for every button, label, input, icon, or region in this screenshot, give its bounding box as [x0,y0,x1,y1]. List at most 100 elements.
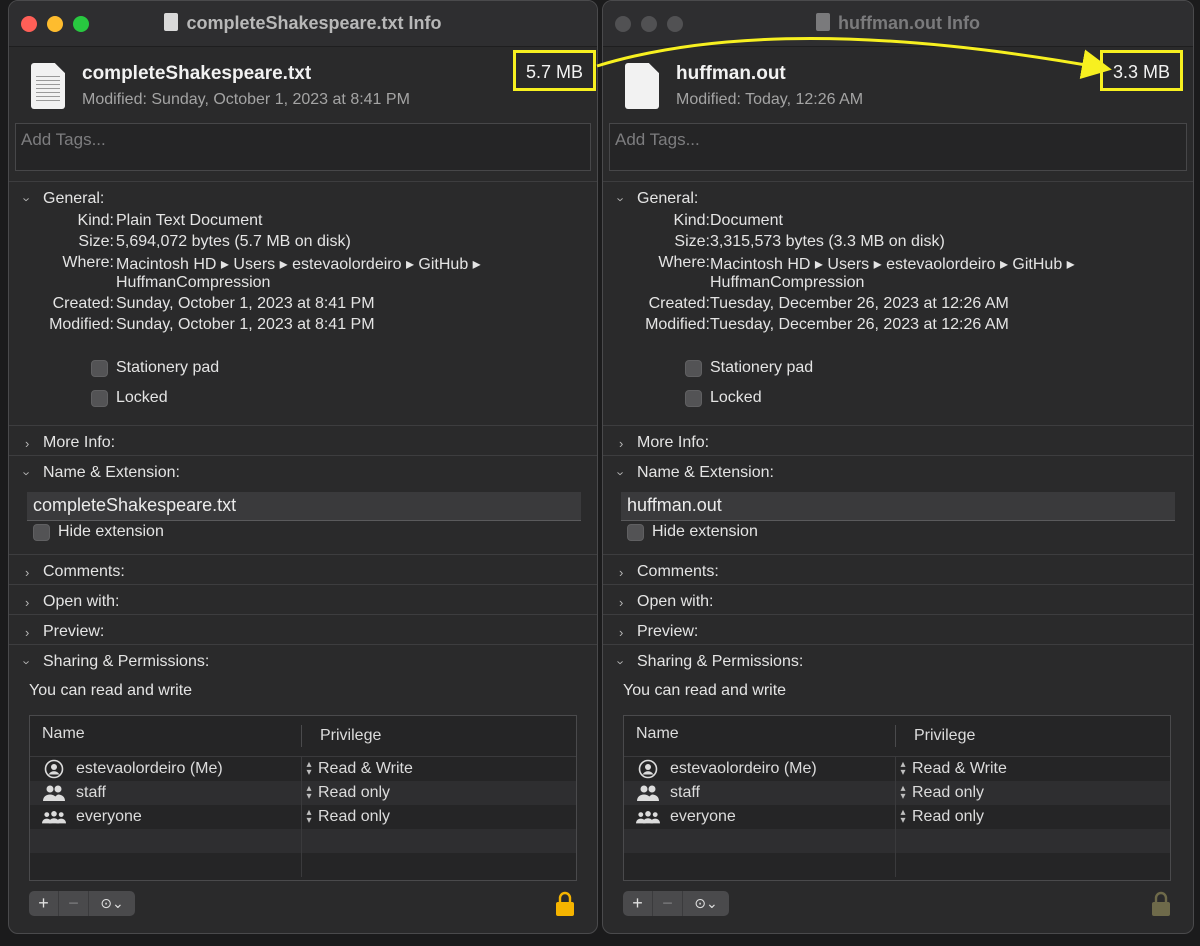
privilege-popup[interactable]: ▴ ▾ Read only [302,784,390,802]
created-value: Sunday, October 1, 2023 at 8:41 PM [116,295,375,312]
hide-extension-checkbox[interactable]: Hide extension [33,523,164,541]
privilege-popup[interactable]: ▴ ▾ Read & Write [896,759,1006,778]
lock-icon[interactable] [555,891,575,917]
permission-row[interactable]: staff ▴ ▾ Read only [30,781,576,805]
name-extension-disclosure[interactable]: › Name & Extension: [9,456,597,485]
chevron-down-icon: › [613,196,629,202]
document-icon [164,13,179,31]
file-name: completeShakespeare.txt [82,63,312,84]
privilege-value: Read only [318,784,391,801]
title-bar[interactable]: huffman.out Info [603,1,1193,47]
modified-value: Sunday, October 1, 2023 at 8:41 PM [116,316,375,333]
permission-row[interactable]: estevaolordeiro (Me) ▴ ▾ Read & Write [30,757,576,781]
name-extension-section: › Name & Extension: completeShakespeare.t… [9,455,597,554]
remove-user-button[interactable]: − [59,891,89,916]
where-label: Where: [62,254,114,271]
preview-disclosure[interactable]: › Preview: [9,615,597,644]
chevron-down-icon: › [19,659,35,665]
general-disclosure[interactable]: › General: [603,182,1193,211]
privilege-column-header[interactable]: Privilege [896,727,975,745]
sharing-section: › Sharing & Permissions: You can read and… [603,644,1193,933]
remove-user-button[interactable]: − [653,891,683,916]
file-name: huffman.out [676,63,786,84]
kind-label: Kind: [673,212,710,229]
file-modified: Modified: Today, 12:26 AM [676,91,864,108]
more-info-section: › More Info: [9,425,597,455]
privilege-value: Read only [912,784,985,801]
window-title: huffman.out Info [603,13,1193,34]
general-disclosure[interactable]: › General: [9,182,597,211]
name-extension-disclosure[interactable]: › Name & Extension: [603,456,1193,485]
privilege-value: Read only [318,808,391,825]
empty-row [30,853,576,877]
updown-chevron-icon: ▴ ▾ [900,759,906,778]
add-user-button[interactable]: + [29,891,59,916]
open-with-section: › Open with: [603,584,1193,614]
group-icon [636,784,660,802]
filename-field[interactable]: completeShakespeare.txt [27,492,581,521]
modified-label: Modified: [49,316,114,333]
chevron-down-icon: › [613,659,629,665]
privilege-popup[interactable]: ▴ ▾ Read only [302,808,390,826]
file-modified: Modified: Sunday, October 1, 2023 at 8:4… [82,91,410,108]
chevron-right-icon: › [619,594,624,610]
open-with-disclosure[interactable]: › Open with: [603,585,1193,614]
stationery-checkbox[interactable]: Stationery pad [91,359,219,377]
chevron-right-icon: › [619,435,624,451]
comments-disclosure[interactable]: › Comments: [603,555,1193,584]
permission-user-name: everyone [76,808,142,825]
where-path: Macintosh HD ▸ Users ▸ estevaolordeiro ▸… [710,256,1075,273]
locked-checkbox[interactable]: Locked [91,389,168,407]
action-menu-button[interactable]: ⊙⌄ [89,891,135,916]
more-info-disclosure[interactable]: › More Info: [9,426,597,455]
more-info-disclosure[interactable]: › More Info: [603,426,1193,455]
preview-section: › Preview: [9,614,597,644]
tags-field[interactable]: Add Tags... [15,123,591,171]
table-header: Name Privilege [30,716,576,757]
lock-icon[interactable] [1151,891,1171,917]
updown-chevron-icon: ▴ ▾ [306,759,312,778]
group-icon [42,784,66,802]
name-extension-section: › Name & Extension: huffman.out Hide exte… [603,455,1193,554]
privilege-popup[interactable]: ▴ ▾ Read only [896,808,984,826]
window-title: completeShakespeare.txt Info [9,13,597,34]
name-column-header[interactable]: Name [624,725,896,747]
comments-disclosure[interactable]: › Comments: [9,555,597,584]
sharing-disclosure[interactable]: › Sharing & Permissions: [603,645,1193,674]
chevron-down-icon: › [19,196,35,202]
privilege-popup[interactable]: ▴ ▾ Read & Write [302,759,412,778]
chevron-right-icon: › [25,435,30,451]
where-path-cont: HuffmanCompression [116,274,271,291]
empty-row [624,829,1170,853]
where-path: Macintosh HD ▸ Users ▸ estevaolordeiro ▸… [116,256,481,273]
filename-field[interactable]: huffman.out [621,492,1175,521]
chevron-right-icon: › [25,564,30,580]
modified-label: Modified: [645,316,710,333]
add-user-button[interactable]: + [623,891,653,916]
privilege-popup[interactable]: ▴ ▾ Read only [896,784,984,802]
permission-row[interactable]: everyone ▴ ▾ Read only [624,805,1170,829]
action-menu-button[interactable]: ⊙⌄ [683,891,729,916]
preview-disclosure[interactable]: › Preview: [603,615,1193,644]
where-label: Where: [658,254,710,271]
name-column-header[interactable]: Name [30,725,302,747]
chevron-right-icon: › [25,594,30,610]
tags-field[interactable]: Add Tags... [609,123,1187,171]
preview-section: › Preview: [603,614,1193,644]
open-with-disclosure[interactable]: › Open with: [9,585,597,614]
locked-checkbox[interactable]: Locked [685,389,762,407]
hide-extension-checkbox[interactable]: Hide extension [627,523,758,541]
stationery-checkbox[interactable]: Stationery pad [685,359,813,377]
title-bar[interactable]: completeShakespeare.txt Info [9,1,597,47]
file-icon [31,63,65,109]
comments-section: › Comments: [9,554,597,584]
empty-row [624,853,1170,877]
comments-section: › Comments: [603,554,1193,584]
permission-row[interactable]: everyone ▴ ▾ Read only [30,805,576,829]
open-with-section: › Open with: [9,584,597,614]
permission-row[interactable]: staff ▴ ▾ Read only [624,781,1170,805]
sharing-disclosure[interactable]: › Sharing & Permissions: [9,645,597,674]
privilege-column-header[interactable]: Privilege [302,727,381,745]
updown-chevron-icon: ▴ ▾ [900,807,906,826]
permission-row[interactable]: estevaolordeiro (Me) ▴ ▾ Read & Write [624,757,1170,781]
